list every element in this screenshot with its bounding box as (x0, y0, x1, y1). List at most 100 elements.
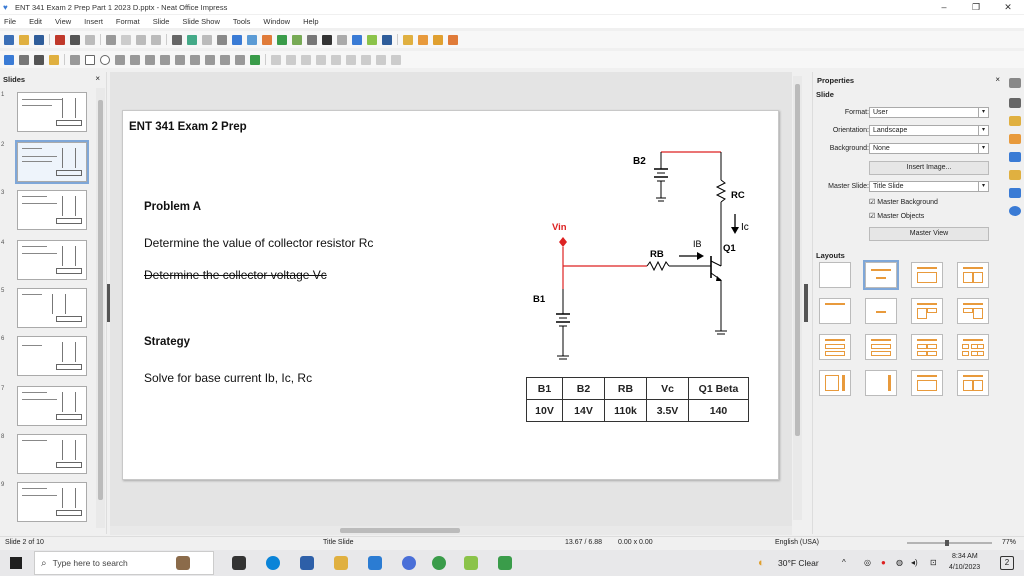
3d-objects-icon[interactable] (250, 54, 260, 65)
mail-icon[interactable] (368, 556, 382, 570)
crop-icon[interactable] (331, 54, 341, 65)
layout-vertical-title-text[interactable] (865, 370, 897, 396)
symbol-shapes-icon[interactable] (175, 54, 185, 65)
tray-app-icon[interactable]: ◎ (864, 558, 871, 567)
layout-title-content-over[interactable] (865, 334, 897, 360)
menu-view[interactable]: View (55, 17, 71, 26)
layout-title-2-content-over[interactable] (819, 334, 851, 360)
slide-thumbnail-1[interactable]: 1 (1, 92, 91, 136)
layout-title-6-content[interactable] (957, 334, 989, 360)
new-document-icon[interactable] (4, 34, 14, 45)
menu-slide[interactable]: Slide (153, 17, 170, 26)
find-replace-icon[interactable] (172, 34, 182, 45)
transistor-circuit-diagram[interactable]: B2 RC Ic Q1 Vin RB IB B1 (523, 126, 753, 366)
styles-icon[interactable] (1009, 170, 1021, 180)
objective-line-2[interactable]: Determine the collector voltage Vc (144, 268, 327, 282)
chrome-icon[interactable] (402, 556, 416, 570)
print-icon[interactable] (70, 34, 80, 45)
menu-edit[interactable]: Edit (29, 17, 42, 26)
menu-insert[interactable]: Insert (84, 17, 103, 26)
connectors-icon[interactable] (145, 54, 155, 65)
gallery-icon[interactable] (1009, 188, 1021, 198)
close-button[interactable]: ✕ (992, 0, 1024, 14)
basic-shapes-icon[interactable] (160, 54, 170, 65)
neat-office-icon[interactable] (498, 556, 512, 570)
slide-transition-icon[interactable] (1009, 116, 1021, 126)
layout-title-only[interactable] (819, 298, 851, 324)
slide-thumbnail-5[interactable]: 5 (1, 288, 91, 332)
slide-thumbnail-3[interactable]: 3 (1, 190, 91, 234)
flowchart-icon[interactable] (205, 54, 215, 65)
layout-centered-text[interactable] (865, 298, 897, 324)
lines-arrows-icon[interactable] (115, 54, 125, 65)
redo-icon[interactable] (151, 34, 161, 45)
layout-title-content-2-content[interactable] (957, 298, 989, 324)
fill-color-icon[interactable] (49, 54, 59, 65)
rotate-icon[interactable] (271, 54, 281, 65)
slides-pane-scrollbar[interactable] (96, 88, 105, 528)
curves-icon[interactable] (130, 54, 140, 65)
section-slide[interactable]: Slide (816, 90, 834, 99)
notifications-badge[interactable]: 2 (1000, 556, 1014, 570)
properties-wrench-icon[interactable] (1009, 98, 1021, 108)
transition-icon[interactable] (448, 34, 458, 45)
export-pdf-icon[interactable] (55, 34, 65, 45)
rectangle-icon[interactable] (85, 54, 95, 65)
line-style-icon[interactable] (34, 54, 44, 65)
table-icon[interactable] (217, 34, 227, 45)
sidebar-splitter[interactable] (804, 284, 808, 322)
slide-thumbnail-9[interactable]: 9 (1, 482, 91, 526)
chart-icon[interactable] (247, 34, 257, 45)
animation-icon[interactable] (1009, 134, 1021, 144)
weather-text[interactable]: 30°F Clear (778, 558, 819, 568)
master-objects-checkbox[interactable]: ☑ Master Objects (869, 212, 924, 220)
canvas-vertical-scrollbar[interactable] (793, 76, 802, 520)
slide-thumbnail-6[interactable]: 6 (1, 336, 91, 380)
text-icon[interactable] (322, 34, 332, 45)
file-explorer-icon[interactable] (334, 556, 348, 570)
sidebar-menu-icon[interactable] (1009, 78, 1021, 88)
strategy-text[interactable]: Solve for base current Ib, Ic, Rc (144, 371, 312, 385)
menu-window[interactable]: Window (263, 17, 290, 26)
background-select[interactable]: None ▾ (869, 143, 989, 154)
zoom-icon[interactable] (19, 54, 29, 65)
slide-show-icon[interactable] (433, 34, 443, 45)
draw-functions-icon[interactable] (367, 34, 377, 45)
undo-icon[interactable] (136, 34, 146, 45)
new-slide-icon[interactable] (418, 34, 428, 45)
align-icon[interactable] (286, 54, 296, 65)
layout-title-2-content-content[interactable] (911, 298, 943, 324)
network-icon[interactable]: ◍ (896, 558, 903, 567)
points-icon[interactable] (391, 54, 401, 65)
master-background-checkbox[interactable]: ☑ Master Background (869, 198, 938, 206)
slides-pane-close[interactable]: × (95, 74, 100, 83)
stars-icon[interactable] (235, 54, 245, 65)
slide-thumbnail-7[interactable]: 7 (1, 386, 91, 430)
format-select[interactable]: User ▾ (869, 107, 989, 118)
language-status[interactable]: English (USA) (775, 539, 819, 546)
maximize-button[interactable]: ❐ (960, 0, 992, 14)
strategy-heading[interactable]: Strategy (144, 336, 190, 348)
store-icon[interactable] (300, 556, 314, 570)
master-slide-select[interactable]: Title Slide ▾ (869, 181, 989, 192)
edge-browser-icon[interactable] (266, 556, 280, 570)
slide-thumbnail-4[interactable]: 4 (1, 240, 91, 284)
block-arrows-icon[interactable] (190, 54, 200, 65)
task-view-icon[interactable] (232, 556, 246, 570)
utorrent-icon[interactable] (432, 556, 446, 570)
zoom-slider[interactable] (907, 539, 992, 547)
menu-help[interactable]: Help (303, 17, 318, 26)
paste-icon[interactable] (106, 34, 116, 45)
slide-title[interactable]: ENT 341 Exam 2 Prep (129, 121, 247, 133)
layout-title-vertical-text[interactable] (911, 370, 943, 396)
slide-thumbnail-2[interactable]: 2 (1, 140, 91, 186)
layout-title-two-content[interactable] (957, 262, 989, 288)
textbox-icon[interactable] (277, 34, 287, 45)
slide-thumbnail-8[interactable]: 8 (1, 434, 91, 478)
navigator-icon[interactable] (1009, 206, 1021, 216)
properties-close[interactable]: × (995, 75, 1000, 84)
glue-icon[interactable] (376, 54, 386, 65)
grid-icon[interactable] (202, 34, 212, 45)
menu-file[interactable]: File (4, 17, 16, 26)
current-slide[interactable]: ENT 341 Exam 2 Prep Problem A Determine … (122, 110, 779, 480)
